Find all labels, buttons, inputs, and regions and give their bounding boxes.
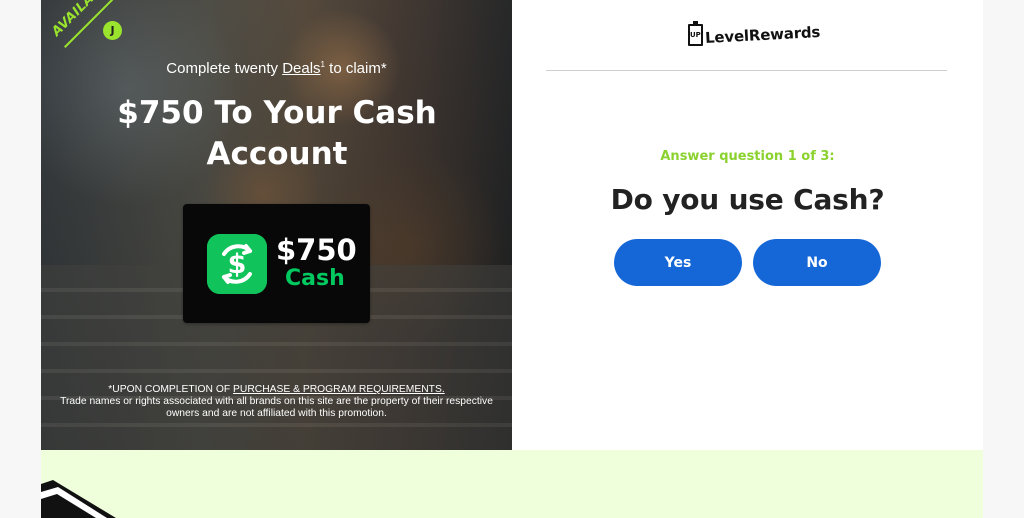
no-button[interactable]: No <box>753 239 881 286</box>
offer-disclaimer: *UPON COMPLETION OF PURCHASE & PROGRAM R… <box>51 384 502 420</box>
cash-reward-card: $ $750 Cash <box>183 204 370 323</box>
question-progress: Answer question 1 of 3: <box>660 149 835 164</box>
yes-button[interactable]: Yes <box>614 239 742 286</box>
header-divider <box>546 70 947 71</box>
j-badge-icon: J <box>103 21 122 40</box>
survey-panel: UP LevelRewards Answer question 1 of 3: … <box>512 0 983 450</box>
claim-prefix: Complete twenty <box>166 60 279 77</box>
brand-name: LevelRewards <box>704 22 821 48</box>
cash-offer-hero: J AVAILABLE! Complete twenty Deals1 to c… <box>41 0 512 450</box>
offer-page: J AVAILABLE! Complete twenty Deals1 to c… <box>0 0 1024 518</box>
disclaimer-prefix: *UPON COMPLETION OF <box>108 384 231 395</box>
decorative-corner-shape <box>41 480 116 518</box>
levelrewards-logo: UP LevelRewards <box>688 21 821 49</box>
up-level-rewards-logo-icon: UP <box>688 21 703 46</box>
cash-app-icon: $ <box>207 234 267 294</box>
svg-text:$: $ <box>228 249 247 280</box>
disclaimer-body: Trade names or rights associated with al… <box>60 396 493 419</box>
offer-title: $750 To Your Cash Account <box>117 95 437 172</box>
bottom-promo-band <box>41 450 983 518</box>
claim-suffix: to claim* <box>329 60 387 77</box>
card-amount: $750 <box>276 233 357 267</box>
card-label: Cash <box>285 266 345 291</box>
program-requirements-link[interactable]: PURCHASE & PROGRAM REQUIREMENTS. <box>233 384 445 395</box>
claim-instruction: Complete twenty Deals1 to claim* <box>41 60 512 77</box>
deals-link[interactable]: Deals <box>282 60 320 77</box>
deals-superscript: 1 <box>320 60 325 69</box>
question-title: Do you use Cash? <box>610 183 885 216</box>
